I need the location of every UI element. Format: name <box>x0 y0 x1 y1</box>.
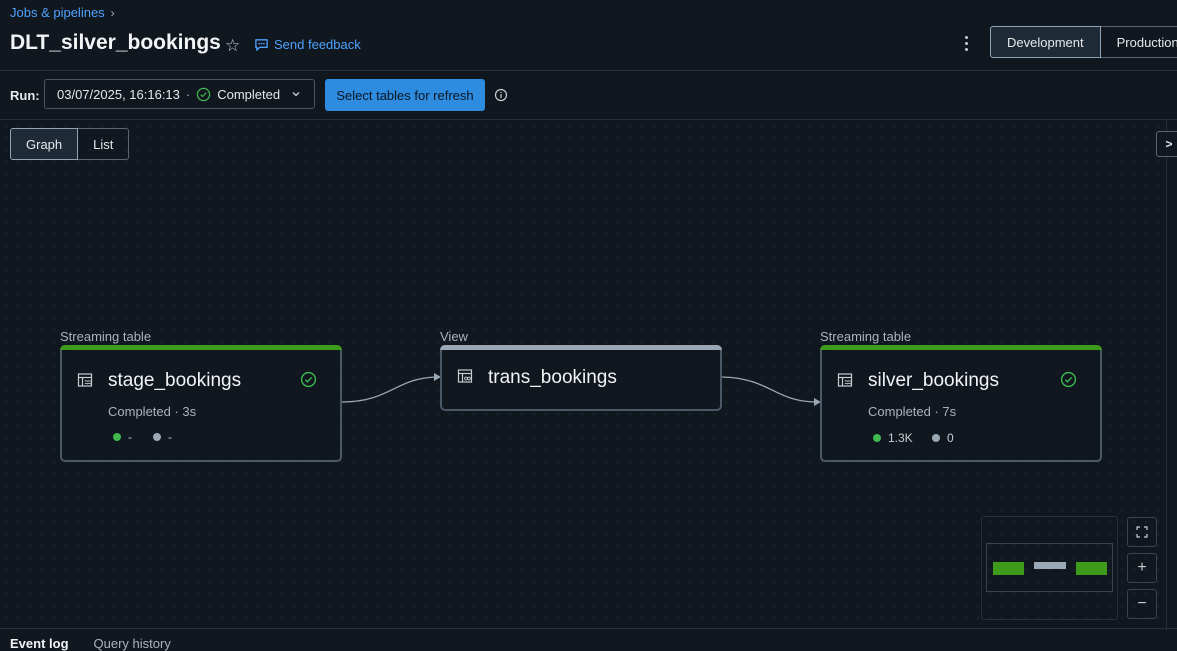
tab-event-log[interactable]: Event log <box>10 636 69 651</box>
gray-dot-icon <box>153 433 161 441</box>
minimap-node <box>993 562 1024 575</box>
graph-node-trans-bookings[interactable]: trans_bookings <box>440 345 722 411</box>
metric-value: - <box>168 430 172 444</box>
status-bar <box>820 345 1102 350</box>
metric-value: 1.3K <box>888 431 913 445</box>
minimap-node <box>1034 562 1066 569</box>
metric-value: - <box>128 430 132 444</box>
node-type-label: Streaming table <box>820 329 912 344</box>
view-icon <box>457 369 473 383</box>
node-type-label: View <box>440 329 468 344</box>
edge-stage-to-trans <box>341 376 438 403</box>
node-type-label: Streaming table <box>60 329 152 344</box>
graph-node-stage-bookings[interactable]: stage_bookings Completed · 3s - - <box>60 345 342 462</box>
gray-dot-icon <box>932 434 940 442</box>
bottom-tabs: Event log Query history <box>10 636 171 651</box>
metric-upserted: - <box>113 430 132 444</box>
check-circle-icon <box>1060 371 1077 388</box>
zoom-in-button[interactable]: + <box>1127 553 1157 583</box>
minus-icon: − <box>1137 595 1147 612</box>
node-name: silver_bookings <box>868 370 999 391</box>
status-bar <box>440 345 722 350</box>
bottom-divider <box>0 628 1177 629</box>
graph-node-silver-bookings[interactable]: silver_bookings Completed · 7s 1.3K 0 <box>820 345 1102 462</box>
node-name: trans_bookings <box>488 367 617 388</box>
minimap-node <box>1076 562 1107 575</box>
edge-trans-to-silver <box>721 376 818 403</box>
status-bar <box>60 345 342 350</box>
metric-dropped: 0 <box>932 431 954 445</box>
green-dot-icon <box>873 434 881 442</box>
node-status: Completed · 7s <box>868 404 957 419</box>
green-dot-icon <box>113 433 121 441</box>
zoom-out-button[interactable]: − <box>1127 589 1157 619</box>
fit-view-button[interactable] <box>1127 517 1157 547</box>
node-status: Completed · 3s <box>108 404 197 419</box>
metric-value: 0 <box>947 431 954 445</box>
fit-view-icon <box>1136 526 1148 538</box>
streaming-table-icon <box>77 373 93 387</box>
node-name: stage_bookings <box>108 370 242 391</box>
streaming-table-icon <box>837 373 853 387</box>
check-circle-icon <box>300 371 317 388</box>
plus-icon: + <box>1137 559 1147 576</box>
tab-query-history[interactable]: Query history <box>94 636 171 651</box>
metric-dropped: - <box>153 430 172 444</box>
metric-upserted: 1.3K <box>873 431 913 445</box>
